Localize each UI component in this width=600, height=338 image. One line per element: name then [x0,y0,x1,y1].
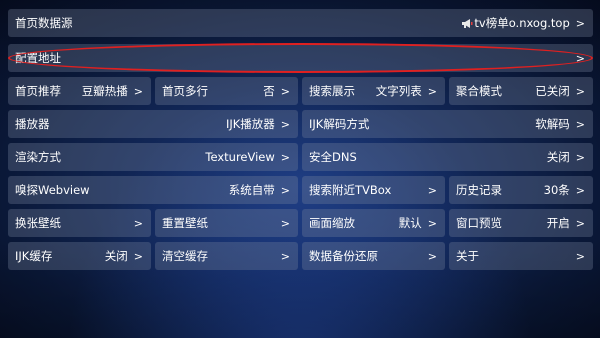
sniff-webview-tile[interactable]: 嗅探Webview 系统自带 > [8,176,298,204]
picture-zoom-value: 默认 [398,216,422,230]
ijk-decode-value: 软解码 [535,117,570,131]
home-recommend-value: 豆瓣热播 [81,84,128,98]
window-preview-tile[interactable]: 窗口预览 开启 > [449,209,593,237]
secure-dns-label: 安全DNS [309,150,357,164]
render-mode-value: TextureView [205,150,275,164]
chevron-right-icon: > [280,150,290,164]
picture-zoom-label: 画面缩放 [309,216,355,230]
search-display-tile[interactable]: 搜索展示 文字列表 > [302,77,445,105]
ijk-cache-tile[interactable]: IJK缓存 关闭 > [8,242,151,270]
config-address-row[interactable]: 配置地址 > [8,44,593,72]
home-multirow-value: 否 [263,84,275,98]
chevron-right-icon: > [575,16,585,30]
home-recommend-label: 首页推荐 [15,84,61,98]
chevron-right-icon: > [427,249,437,263]
chevron-right-icon: > [427,183,437,197]
chevron-right-icon: > [427,216,437,230]
history-tile[interactable]: 历史记录 30条 > [449,176,593,204]
megaphone-icon [462,19,473,28]
backup-restore-tile[interactable]: 数据备份还原 > [302,242,445,270]
change-wallpaper-tile[interactable]: 换张壁纸 > [8,209,151,237]
render-mode-tile[interactable]: 渲染方式 TextureView > [8,143,298,171]
change-wallpaper-label: 换张壁纸 [15,216,61,230]
search-nearby-tvbox-label: 搜索附近TVBox [309,183,392,197]
ijk-cache-label: IJK缓存 [15,249,53,263]
ijk-decode-label: IJK解码方式 [309,117,370,131]
homepage-source-row[interactable]: 首页数据源 tv榜单o.nxog.top > [8,9,593,37]
chevron-right-icon: > [133,249,143,263]
history-value: 30条 [543,183,570,197]
clear-cache-label: 清空缓存 [162,249,208,263]
aggregate-mode-tile[interactable]: 聚合模式 已关闭 > [449,77,593,105]
ijk-cache-value: 关闭 [104,249,128,263]
search-display-label: 搜索展示 [309,84,355,98]
search-display-value: 文字列表 [375,84,422,98]
about-label: 关于 [456,249,479,263]
chevron-right-icon: > [280,183,290,197]
chevron-right-icon: > [280,117,290,131]
chevron-right-icon: > [280,84,290,98]
secure-dns-value: 关闭 [546,150,570,164]
chevron-right-icon: > [133,84,143,98]
history-label: 历史记录 [456,183,502,197]
backup-restore-label: 数据备份还原 [309,249,378,263]
sniff-webview-value: 系统自带 [228,183,275,197]
player-label: 播放器 [15,117,50,131]
secure-dns-tile[interactable]: 安全DNS 关闭 > [302,143,593,171]
window-preview-value: 开启 [546,216,570,230]
about-tile[interactable]: 关于 > [449,242,593,270]
render-mode-label: 渲染方式 [15,150,61,164]
chevron-right-icon: > [575,183,585,197]
player-value: IJK播放器 [225,117,275,131]
picture-zoom-tile[interactable]: 画面缩放 默认 > [302,209,445,237]
chevron-right-icon: > [133,216,143,230]
homepage-source-label: 首页数据源 [15,16,73,30]
chevron-right-icon: > [575,249,585,263]
chevron-right-icon: > [575,150,585,164]
aggregate-mode-label: 聚合模式 [456,84,502,98]
chevron-right-icon: > [575,84,585,98]
clear-cache-tile[interactable]: 清空缓存 > [155,242,298,270]
home-multirow-label: 首页多行 [162,84,208,98]
chevron-right-icon: > [575,117,585,131]
chevron-right-icon: > [575,51,585,65]
home-recommend-tile[interactable]: 首页推荐 豆瓣热播 > [8,77,151,105]
home-multirow-tile[interactable]: 首页多行 否 > [155,77,298,105]
player-tile[interactable]: 播放器 IJK播放器 > [8,110,298,138]
search-nearby-tvbox-tile[interactable]: 搜索附近TVBox > [302,176,445,204]
chevron-right-icon: > [280,249,290,263]
chevron-right-icon: > [280,216,290,230]
sniff-webview-label: 嗅探Webview [15,183,90,197]
aggregate-mode-value: 已关闭 [535,84,570,98]
config-address-label: 配置地址 [15,51,61,65]
reset-wallpaper-label: 重置壁纸 [162,216,208,230]
reset-wallpaper-tile[interactable]: 重置壁纸 > [155,209,298,237]
homepage-source-value: tv榜单o.nxog.top [474,16,570,30]
chevron-right-icon: > [427,84,437,98]
window-preview-label: 窗口预览 [456,216,502,230]
ijk-decode-tile[interactable]: IJK解码方式 软解码 > [302,110,593,138]
chevron-right-icon: > [575,216,585,230]
